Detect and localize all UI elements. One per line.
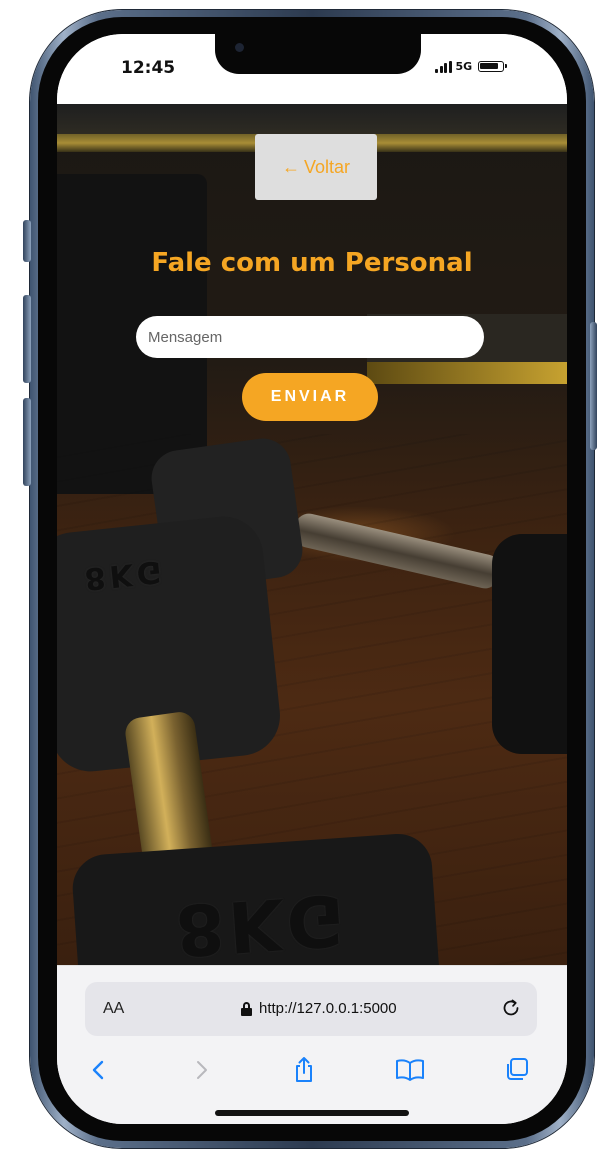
network-label: 5G bbox=[455, 60, 473, 73]
notch bbox=[215, 34, 421, 74]
web-page: 8KG 8KG ← Voltar Fale com um Personal EN… bbox=[57, 104, 567, 965]
forward-icon[interactable] bbox=[181, 1050, 221, 1090]
browser-toolbar bbox=[57, 1050, 567, 1090]
bg-ceiling bbox=[57, 104, 567, 134]
dumbbell-far-right-head bbox=[492, 534, 567, 754]
address-bar[interactable]: AA http://127.0.0.1:5000 bbox=[85, 982, 537, 1036]
status-bar: 12:45 5G bbox=[57, 34, 567, 104]
mute-switch bbox=[23, 220, 31, 262]
back-button-label: Voltar bbox=[303, 156, 351, 177]
phone-screen: 12:45 5G 8KG 8KG ← Voltar Fale com um Pe… bbox=[57, 34, 567, 1124]
battery-icon bbox=[478, 61, 508, 72]
plate-label-large: 8KG bbox=[173, 877, 351, 965]
text-size-button[interactable]: AA bbox=[103, 1000, 124, 1018]
bookmarks-icon[interactable] bbox=[390, 1050, 430, 1090]
home-indicator[interactable] bbox=[215, 1110, 409, 1116]
power-button bbox=[590, 322, 597, 450]
status-time: 12:45 bbox=[121, 58, 176, 78]
status-indicators: 5G bbox=[435, 60, 508, 73]
browser-bar: AA http://127.0.0.1:5000 bbox=[57, 965, 567, 1124]
tabs-icon[interactable] bbox=[497, 1050, 537, 1090]
lock-icon bbox=[241, 1002, 252, 1016]
page-title: Fale com um Personal bbox=[151, 248, 473, 278]
front-camera-icon bbox=[235, 43, 244, 52]
share-icon[interactable] bbox=[284, 1050, 324, 1090]
volume-down-button bbox=[23, 398, 31, 486]
text-size-label: AA bbox=[103, 1000, 125, 1017]
bg-bench-light bbox=[367, 362, 567, 384]
back-button[interactable]: ← Voltar bbox=[255, 134, 377, 200]
send-button[interactable]: ENVIAR bbox=[242, 373, 378, 421]
url-text[interactable]: http://127.0.0.1:5000 bbox=[259, 1000, 397, 1017]
volume-up-button bbox=[23, 295, 31, 383]
signal-icon bbox=[435, 60, 452, 73]
plate-label: 8KG bbox=[82, 552, 167, 597]
arrow-left-icon: ← bbox=[281, 156, 300, 177]
message-input[interactable] bbox=[136, 316, 484, 358]
back-icon[interactable] bbox=[79, 1050, 119, 1090]
reload-icon[interactable] bbox=[499, 996, 523, 1020]
